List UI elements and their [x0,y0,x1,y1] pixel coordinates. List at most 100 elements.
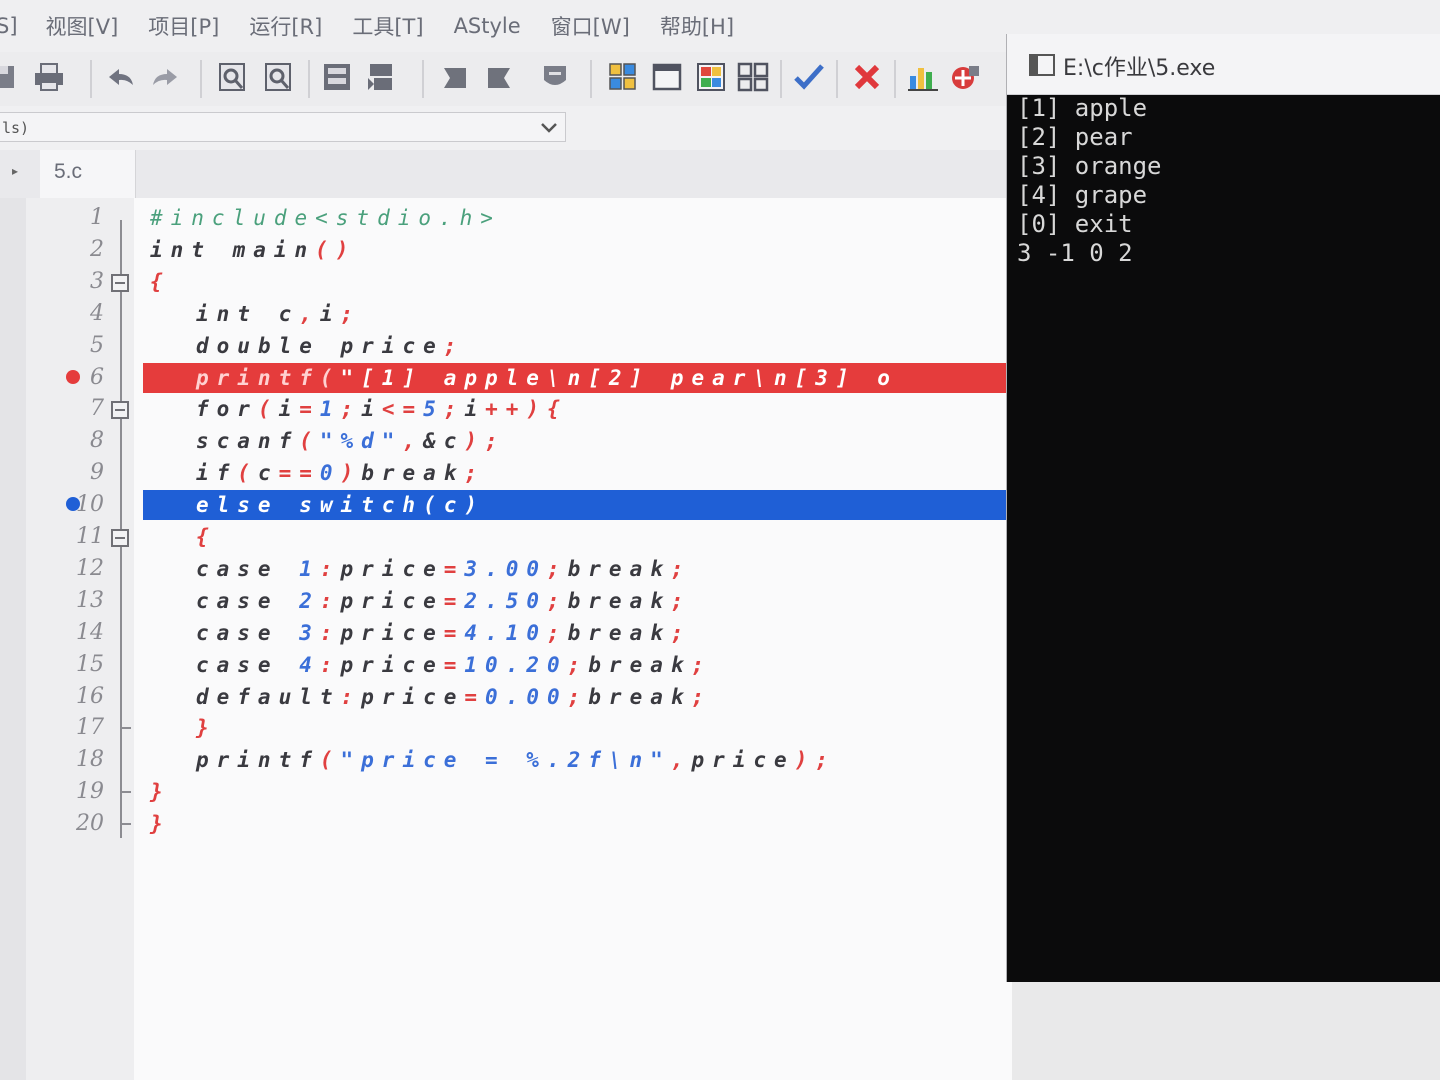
fold-toggle-icon[interactable] [111,401,129,420]
find-icon[interactable] [216,58,250,96]
menu-item-view[interactable]: 视图[V] [46,11,119,41]
code-line[interactable]: 7 for(i=1;i<=5;i++){ [0,393,1012,425]
line-number: 13 [76,587,104,613]
code-token: 10.20 [464,652,568,677]
fold-toggle-icon[interactable] [111,529,129,547]
line-number: 1 [90,205,104,230]
code-line[interactable]: 18 printf("price = %.2f\n",price); [0,744,1012,776]
compiler-combobox-value: ls) [2,119,30,137]
code-token: case [196,620,300,645]
compile-icon[interactable] [320,58,354,96]
compiler-combobox[interactable]: ls) [0,112,566,142]
console-title: E:\c作业\5.exe [1063,56,1216,81]
code-line[interactable]: 3{ [0,266,1012,298]
window-icon[interactable] [650,58,684,96]
code-line[interactable]: 12 case 1:price=3.00;break; [0,553,1012,585]
menu-item-project[interactable]: 项目[P] [148,11,219,41]
profile-icon[interactable] [948,58,982,96]
save-icon[interactable] [0,58,20,96]
menu-item-tools[interactable]: 工具[T] [352,11,423,41]
code-token: ; [340,301,362,326]
code-token: ( [257,397,279,422]
code-line[interactable]: 16 default:price=0.00;break; [0,681,1012,713]
code-token: 1 [319,397,341,422]
code-token: price [691,748,795,773]
tab-label: 5.c [54,160,83,183]
code-line[interactable]: 4 int c,i; [0,298,1012,330]
code-line[interactable]: 1 #include<stdio.h> [0,202,1012,234]
code-line[interactable]: 17} [0,712,1012,744]
code-token: price [340,556,444,581]
back-icon[interactable] [438,58,472,96]
close-red-icon[interactable] [850,58,884,96]
code-line[interactable]: 15 case 4:price=10.20;break; [0,649,1012,681]
code-line[interactable]: 9 if(c==0)break; [0,457,1012,489]
undo-icon[interactable] [104,58,138,96]
code-token: { [150,269,171,294]
line-number: 5 [90,332,104,358]
code-line[interactable]: 5 double price; [0,330,1012,362]
code-line[interactable]: 6 printf("[1] apple\n[2] pear\n[3] o [0,362,1012,394]
menu-item-help[interactable]: 帮助[H] [660,11,734,41]
tab-5c[interactable]: 5.c [40,150,136,198]
line-number: 20 [76,811,104,837]
run-icon[interactable] [364,58,398,96]
code-line[interactable]: 10 else switch(c) [0,489,1012,521]
console-line: [1] apple [1017,94,1148,122]
forward-icon[interactable] [482,58,516,96]
code-text: printf("price = %.2f\n",price); [196,744,836,776]
console-title-bar[interactable]: E:\c作业\5.exe [1007,34,1440,95]
console-window-icon [1029,54,1055,81]
code-line[interactable]: 2 int main() [0,234,1012,266]
code-token: "[1] apple\n[2] pear\n[3] o [340,365,898,390]
tab-scroll-icon[interactable]: ▸ [0,156,30,186]
check-icon[interactable] [792,58,826,96]
chevron-down-icon[interactable] [539,113,559,151]
code-line[interactable]: 20} [0,808,1012,840]
redo-icon[interactable] [148,58,182,96]
console-line: [4] grape [1017,181,1148,209]
code-token: == [278,461,320,486]
line-number: 15 [76,651,104,677]
stop-icon[interactable] [538,58,572,96]
code-token: ( [319,748,341,773]
code-line[interactable]: 8 scanf("%d",&c); [0,425,1012,457]
fold-toggle-icon[interactable] [111,273,129,292]
line-number: 11 [76,524,104,549]
menu-item-run[interactable]: 运行[R] [249,11,322,41]
replace-icon[interactable] [262,58,296,96]
code-token: <= [381,397,424,422]
code-token: ; [443,397,465,422]
code-token: ; [670,588,692,613]
code-editor[interactable]: 1 #include<stdio.h> 2 int main() 3{4 int c,i;… [0,198,1012,1080]
code-token: int [196,301,279,326]
console-window[interactable]: E:\c作业\5.exe [1] apple [2] pear [3] oran… [1006,34,1440,982]
code-line[interactable]: 19} [0,776,1012,808]
code-token: = [443,588,465,613]
tiles-icon[interactable] [736,58,770,96]
code-token: &c [423,429,465,454]
code-token: ; [691,684,713,709]
line-number: 9 [90,460,104,486]
code-token: price [340,588,444,613]
chart-icon[interactable] [906,58,940,96]
code-token: , [299,301,320,326]
menu-item-window[interactable]: 窗口[W] [551,11,630,41]
print-icon[interactable] [32,58,66,96]
code-token: i [361,397,382,422]
code-text: default:price=0.00;break; [196,681,712,713]
line-number: 19 [76,779,104,805]
code-token: ( [299,429,320,454]
line-number: 17 [76,715,104,741]
code-token: price [361,684,465,709]
code-line[interactable]: 11 { [0,521,1012,553]
code-line[interactable]: 13 case 2:price=2.50;break; [0,585,1012,617]
menu-item-astyle[interactable]: AStyle [454,14,521,38]
console-line: 3 -1 0 2 [1017,239,1133,267]
grid-icon[interactable] [606,58,640,96]
code-line[interactable]: 14 case 3:price=4.10;break; [0,617,1012,649]
color-grid-icon[interactable] [694,58,728,96]
code-token: : [319,620,341,645]
code-text: else switch(c) [196,489,485,521]
menu-item-file[interactable]: S] [0,14,18,38]
